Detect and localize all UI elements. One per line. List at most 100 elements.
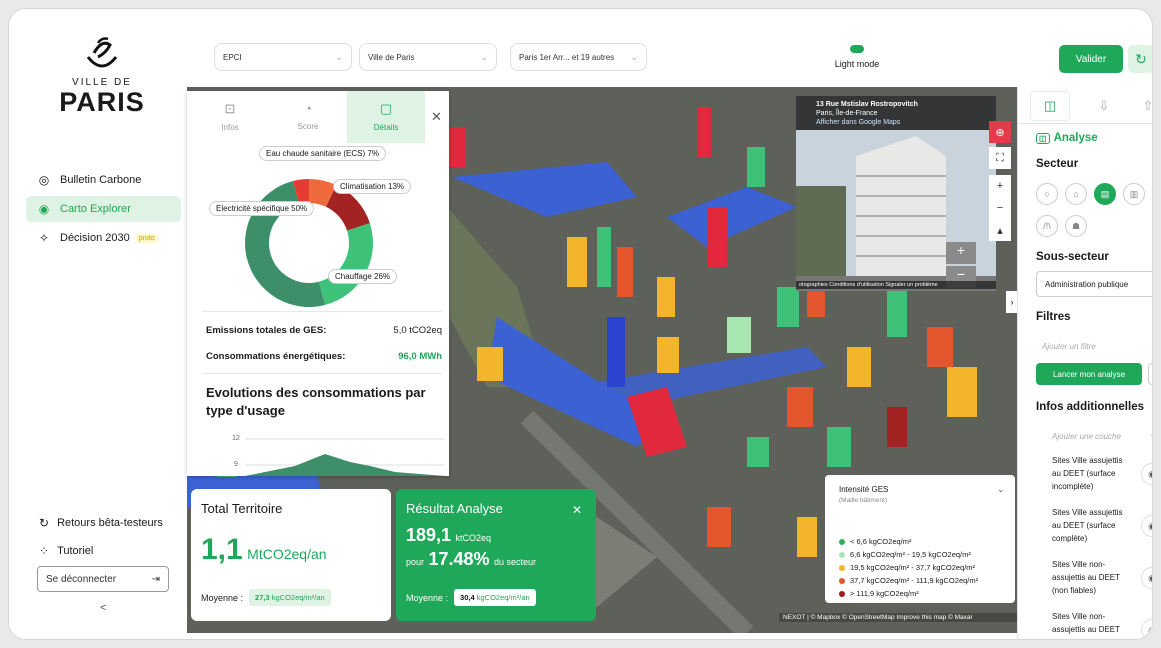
legend-label: 6,6 kgCO2eq/m² - 19,5 kgCO2eq/m² <box>850 550 971 559</box>
close-icon[interactable]: ✕ <box>431 109 442 125</box>
legend-item: 19,5 kgCO2eq/m² - 37,7 kgCO2eq/m² <box>839 563 975 572</box>
epci-select[interactable]: EPCI ⌄ <box>214 43 352 71</box>
epci-select-value: EPCI <box>223 52 242 62</box>
average-label: Moyenne : <box>406 592 449 603</box>
light-mode-toggle[interactable]: Light mode <box>817 45 897 69</box>
street-view-panel[interactable]: 13 Rue Mstislav Rostropovitch Paris, Île… <box>796 96 996 291</box>
city-select[interactable]: Ville de Paris ⌄ <box>359 43 497 71</box>
total-unit: MtCO2eq/an <box>247 546 327 562</box>
tab-label: Score <box>297 122 319 131</box>
collapse-sidebar-button[interactable]: < <box>100 602 106 614</box>
open-google-maps-link[interactable]: Afficher dans Google Maps <box>816 118 990 127</box>
street-view-footer: otographies Conditions d'utilisation Sig… <box>796 281 996 289</box>
minus-icon: − <box>996 202 1004 214</box>
fullscreen-button[interactable]: ⛶ <box>989 147 1011 169</box>
add-filter-input[interactable]: Ajouter un filtre <box>1042 342 1096 351</box>
sector-tertiary-icon[interactable]: ▤ <box>1094 183 1116 205</box>
arrondissement-select[interactable]: Paris 1er Arr... et 19 autres ⌄ <box>510 43 647 71</box>
donut-label-climatisation: Climatisation 13% <box>333 179 412 194</box>
sector-industry-icon[interactable]: ▥ <box>1123 183 1145 205</box>
toggle-switch[interactable] <box>850 45 864 53</box>
sector-all-icon[interactable]: ○ <box>1036 183 1058 205</box>
divider <box>1018 123 1152 124</box>
consumption-value: 96,0 MWh <box>398 351 442 362</box>
favorite-button[interactable]: ♡ <box>1148 363 1152 385</box>
eye-icon[interactable]: ◉ <box>1141 515 1152 537</box>
average-unit: kgCO2eq/m²/an <box>271 593 325 602</box>
tab-label: Détails <box>373 123 399 132</box>
usage-donut-chart <box>245 179 373 307</box>
layer-item-label: Sites Ville assujettis au DEET (surface … <box>1052 508 1123 543</box>
tab-analysis[interactable]: ◫ <box>1030 91 1070 121</box>
validate-button[interactable]: Valider <box>1059 45 1123 73</box>
locate-button[interactable]: ⊕ <box>989 121 1011 143</box>
add-layer-input[interactable]: Ajouter une couche <box>1052 432 1121 441</box>
nav-item-carto-explorer[interactable]: ◉ Carto Explorer <box>26 196 181 222</box>
legend-item: 37,7 kgCO2eq/m² - 111,9 kgCO2eq/m² <box>839 576 978 585</box>
compass-button[interactable]: ▴ <box>989 219 1011 241</box>
tab-score[interactable]: ◔ Score <box>269 91 347 143</box>
feedback-link[interactable]: ↻ Retours bêta-testeurs <box>39 516 163 530</box>
legend-subtitle: (Maille bâtiment) <box>839 497 888 504</box>
layer-item-label: Sites Ville non-assujettis au DEET (non … <box>1052 560 1120 595</box>
eye-icon[interactable]: ◉ <box>1141 619 1152 639</box>
eye-icon[interactable]: ◉ <box>1141 463 1152 485</box>
legend-swatch <box>839 577 845 584</box>
nav-label: Bulletin Carbone <box>60 174 142 186</box>
tab-share[interactable]: ⇧ <box>1128 91 1153 121</box>
street-view-zoom-in[interactable]: + <box>946 242 976 264</box>
legend-label: 37,7 kgCO2eq/m² - 111,9 kgCO2eq/m² <box>850 576 979 585</box>
logout-button[interactable]: Se déconnecter ⇥ <box>37 566 169 592</box>
average-value: 30,4 <box>460 593 475 602</box>
tab-details[interactable]: ▢ Détails <box>347 91 425 143</box>
nav-item-decision-2030[interactable]: ✧ Décision 2030 proto <box>26 225 181 251</box>
total-territory-card: Total Territoire 1,1 MtCO2eq/an Moyenne … <box>191 489 391 621</box>
feedback-label: Retours bêta-testeurs <box>57 517 163 529</box>
close-icon[interactable]: ✕ <box>572 503 582 517</box>
evolution-title: Evolutions des consommations par type d'… <box>206 385 426 418</box>
average-pill: 27,3 kgCO2eq/m²/an <box>249 589 331 606</box>
analysis-heading: ◫ Analyse <box>1036 132 1098 144</box>
location-icon: ◉ <box>38 202 50 216</box>
info-icon: ⊡ <box>224 101 236 116</box>
share-icon: ⇧ <box>1142 98 1153 113</box>
app-window: VILLE DE PARIS ◎ Bulletin Carbone ◉ Cart… <box>8 8 1153 640</box>
result-suffix: du secteur <box>493 557 537 567</box>
sector-agriculture-icon[interactable]: ☗ <box>1065 215 1087 237</box>
plus-icon: + <box>996 180 1004 192</box>
map-attribution[interactable]: NEXOT | © Mapbox © OpenStreetMap Improve… <box>779 613 1017 622</box>
result-average: Moyenne : 30,4 kgCO2eq/m²/an <box>406 589 536 606</box>
launch-analysis-button[interactable]: Lancer mon analyse <box>1036 363 1142 385</box>
chevron-down-icon[interactable]: ⌄ <box>997 484 1005 495</box>
details-panel: ⊡ Infos ◔ Score ▢ Détails ✕ Eau chaude sani… <box>187 91 449 476</box>
sector-transport-icon[interactable]: /!\ <box>1036 215 1058 237</box>
tab-infos[interactable]: ⊡ Infos <box>191 91 269 143</box>
subsector-select[interactable]: Administration publique <box>1036 271 1152 297</box>
filters-heading: Filtres <box>1036 311 1071 323</box>
donut-slice[interactable] <box>318 223 373 305</box>
divider <box>202 373 442 374</box>
city-select-value: Ville de Paris <box>368 52 415 62</box>
tab-download[interactable]: ⇩ <box>1084 91 1124 121</box>
analysis-result-card: Résultat Analyse ✕ 189,1 ktCO2eq pour 17… <box>396 489 596 621</box>
target-icon: ◎ <box>38 173 50 187</box>
street-view-city: Paris, Île-de-France <box>816 110 878 117</box>
legend-swatch <box>839 590 845 597</box>
zoom-out-button[interactable]: − <box>989 197 1011 219</box>
total-card-title: Total Territoire <box>201 501 283 516</box>
nav-label: Décision 2030 <box>60 232 130 244</box>
score-icon: ◔ <box>304 101 312 116</box>
eye-icon[interactable]: ◉ <box>1141 567 1152 589</box>
zoom-in-button[interactable]: + <box>989 175 1011 197</box>
analysis-icon: ◫ <box>1043 98 1057 113</box>
emissions-row: Emissions totales de GES: 5,0 tCO2eq <box>206 325 442 336</box>
tutorial-link[interactable]: ⁘ Tutoriel <box>39 544 93 558</box>
add-layer-plus-icon[interactable]: + <box>1151 427 1152 442</box>
y-tick-label: 12 <box>232 435 240 442</box>
sector-residential-icon[interactable]: ⌂ <box>1065 183 1087 205</box>
refresh-button[interactable]: ↻ <box>1128 45 1152 73</box>
result-card-title: Résultat Analyse <box>406 501 503 516</box>
nav-item-bulletin-carbone[interactable]: ◎ Bulletin Carbone <box>26 167 181 193</box>
average-label: Moyenne : <box>201 592 244 603</box>
average-value: 27,3 <box>255 593 270 602</box>
